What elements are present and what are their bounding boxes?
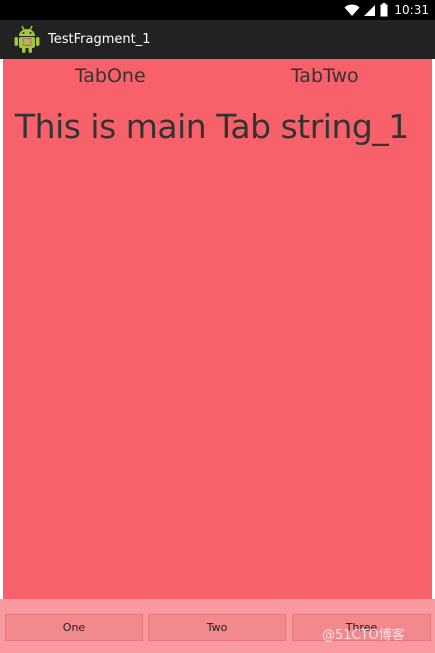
wifi-icon <box>344 4 360 17</box>
battery-icon <box>380 3 388 17</box>
two-button[interactable]: Two <box>148 614 286 641</box>
one-button[interactable]: One <box>5 614 143 641</box>
status-icons: 10:31 <box>344 0 429 20</box>
action-bar: TestFragment_1 <box>0 20 435 59</box>
status-bar: 10:31 <box>0 0 435 20</box>
tab-strip: TabOne TabTwo <box>3 59 432 93</box>
fragment-content: TabOne TabTwo This is main Tab string_1 <box>3 59 432 599</box>
three-button[interactable]: Three <box>292 614 431 641</box>
app-title: TestFragment_1 <box>48 32 151 47</box>
status-time: 10:31 <box>394 3 429 17</box>
android-icon[interactable] <box>13 24 41 54</box>
main-tab-string: This is main Tab string_1 <box>15 107 409 146</box>
tab-one[interactable]: TabOne <box>3 59 218 93</box>
bottom-button-bar: One Two Three <box>0 599 435 653</box>
android-screen: 10:31 TestFragment_1 TabOne TabTwo This … <box>0 0 435 653</box>
tab-two[interactable]: TabTwo <box>218 59 433 93</box>
signal-icon <box>364 4 376 17</box>
